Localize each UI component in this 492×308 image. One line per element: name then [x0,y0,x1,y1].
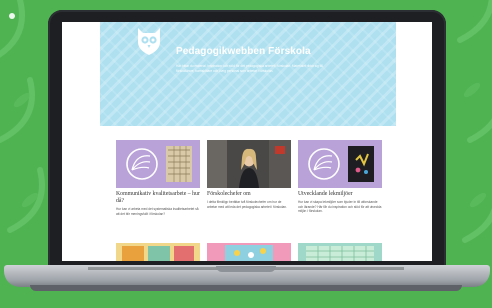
seashell-graphic-icon [308,146,374,182]
seashell-graphic-icon [126,146,192,182]
card-lekmiljoer[interactable]: Utvecklande lekmiljöer Hur kan vi skapa … [298,140,382,252]
card-title[interactable]: Förskolechefer om [207,191,291,198]
card-thumbnail[interactable] [116,243,200,261]
card-kvalitetsarbete[interactable]: Kommunikativ kvalitetsarbete – hur då? H… [116,140,200,252]
book-cover-graphic [225,245,273,261]
laptop-notch [216,266,276,272]
card-thumbnail[interactable] [116,140,200,188]
card-text: I detta filmklipp berättar två förskolec… [207,200,287,209]
hero-banner: Pedagogikwebben Förskola Här hittar du m… [100,22,396,126]
card-text: Hur kan vi arbeta med det systematiska k… [116,207,199,216]
hero-description: Här hittar du material, inspiration och … [176,64,323,73]
card-thumbnail[interactable] [298,140,382,188]
card-thumbnail[interactable] [298,243,382,261]
laptop-base-front [30,285,462,291]
laptop-screen: Pedagogikwebben Förskola Här hittar du m… [62,22,432,261]
decor-dot [9,13,15,19]
card-forskolechefer[interactable]: Förskolechefer om I detta filmklipp berä… [207,140,291,252]
card-title[interactable]: Utvecklande lekmiljöer [298,191,382,198]
card-title[interactable]: Kommunikativ kvalitetsarbete – hur då? [116,191,200,205]
video-thumbnail[interactable] [207,140,291,188]
board-game-graphic [306,246,374,261]
page-title: Pedagogikwebben Förskola [176,46,311,57]
presenter-photo [207,140,291,188]
owl-logo-icon[interactable] [136,26,162,56]
card-text: Hur kan vi skapa lekmiljöer som bjuder i… [298,200,382,214]
card-thumbnail[interactable] [207,243,291,261]
book-cover-graphic [122,246,194,261]
